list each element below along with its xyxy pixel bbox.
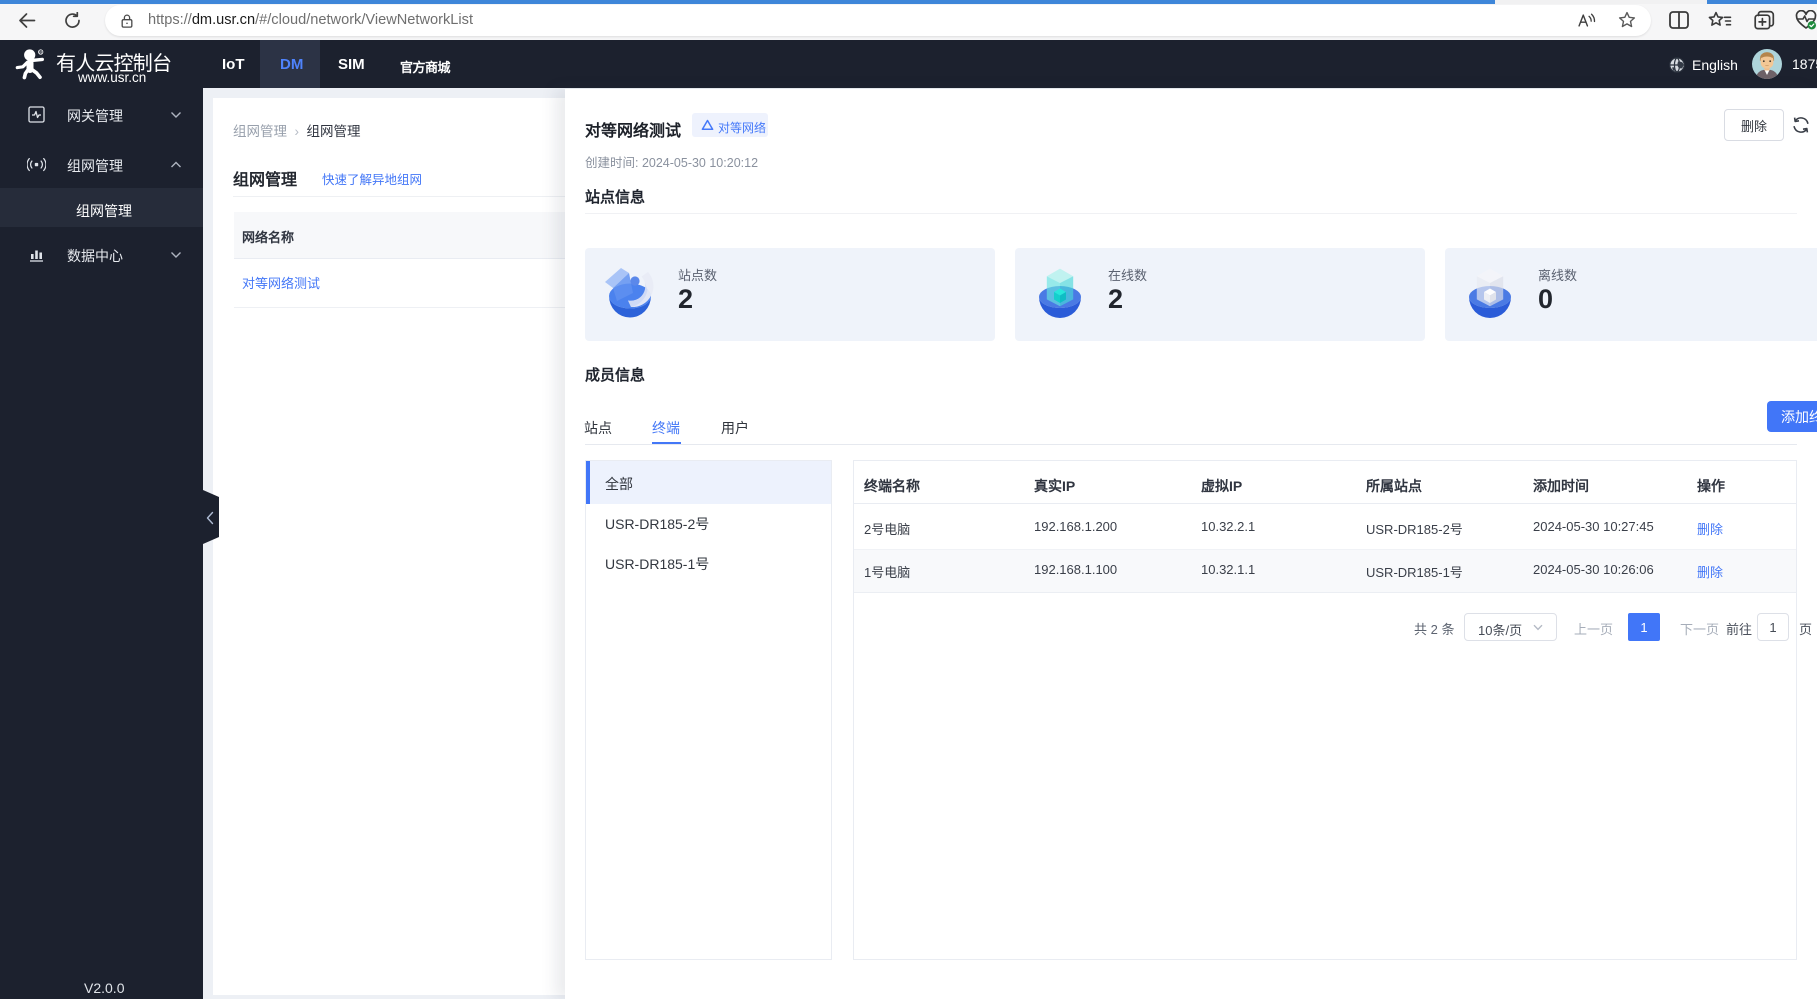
svg-text:R: R bbox=[39, 51, 42, 55]
